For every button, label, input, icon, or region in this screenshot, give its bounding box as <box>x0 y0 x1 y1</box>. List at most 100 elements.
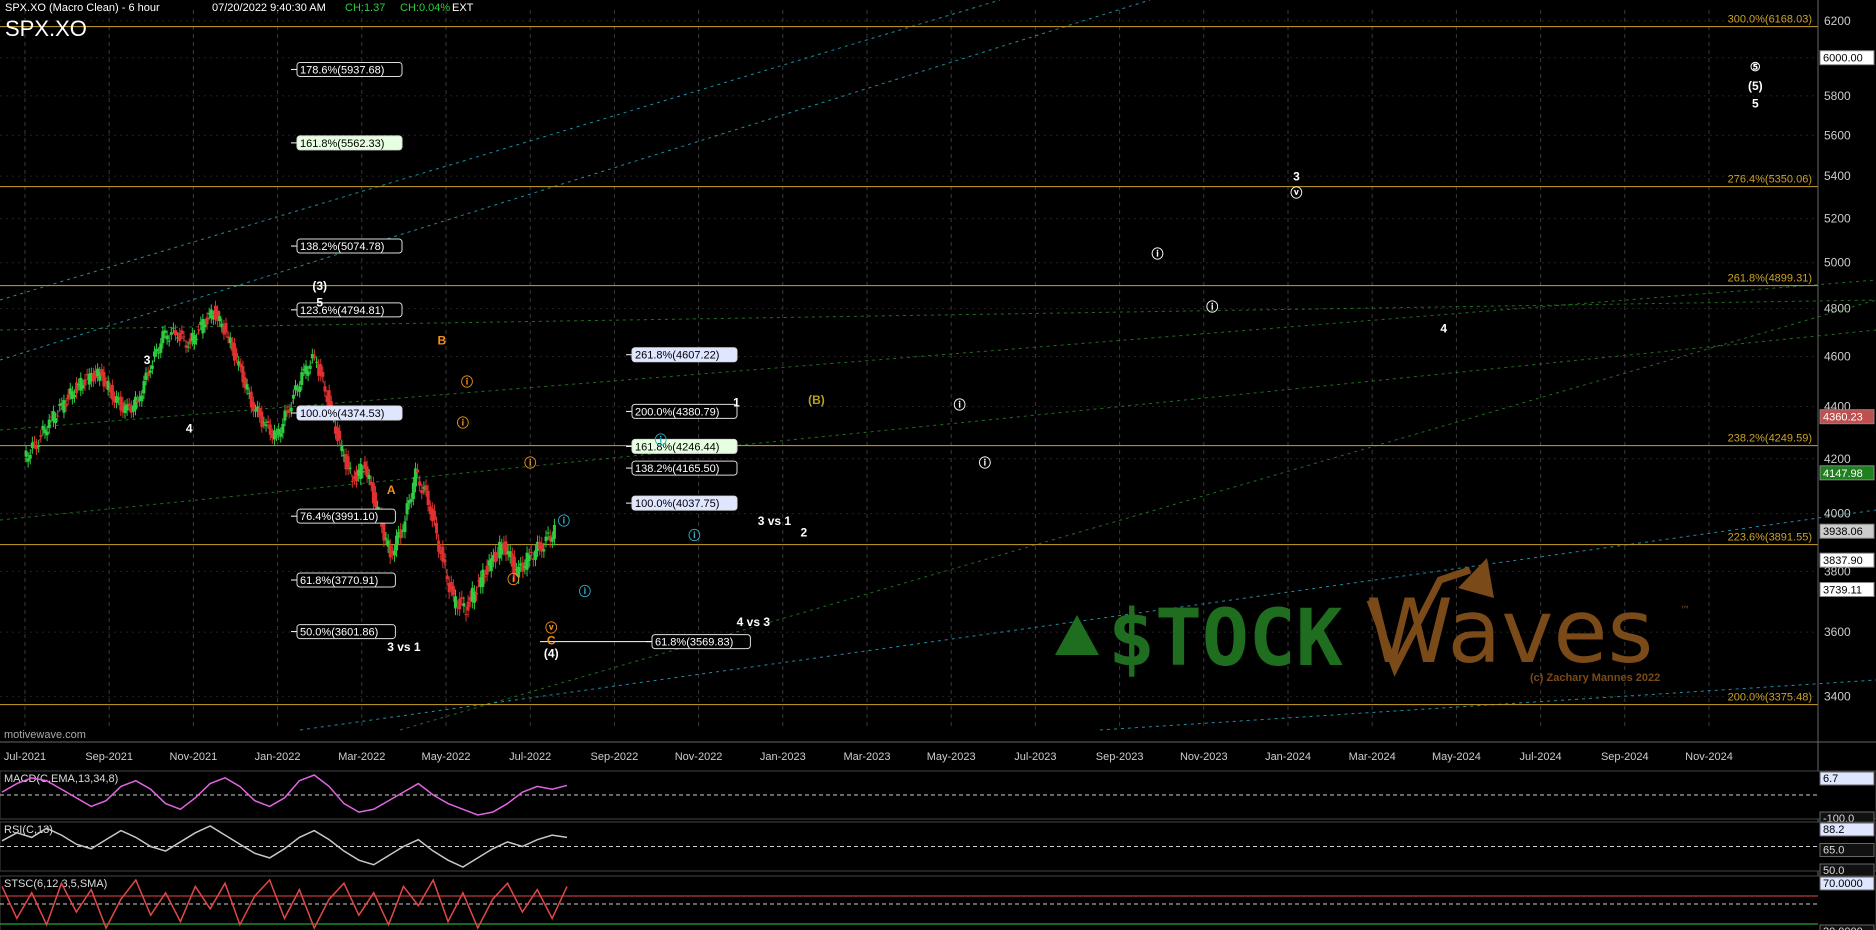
candle-body <box>275 434 279 436</box>
wave-label: 3 vs 1 <box>758 514 792 528</box>
logo-stock-text: $TOCK <box>1108 594 1343 684</box>
candle-body <box>542 549 546 552</box>
candle-body <box>350 480 354 482</box>
y-tick-label: 4600 <box>1824 349 1851 363</box>
fib-box-label: 50.0%(3601.86) <box>300 627 378 639</box>
candle-body <box>426 490 430 506</box>
y-tick-label: 5400 <box>1824 169 1851 183</box>
indicator-y-label: 30.0000 <box>1823 926 1863 930</box>
watermark: motivewave.com <box>4 729 86 741</box>
candle-body <box>388 545 392 558</box>
wave-label: 2 <box>801 525 808 539</box>
candle-body <box>28 454 32 459</box>
x-tick-label: Nov-2021 <box>170 751 218 763</box>
fib-level-label: 223.6%(3891.55) <box>1728 532 1812 544</box>
y-tick-label: 3400 <box>1824 689 1851 703</box>
candle-body <box>340 445 344 452</box>
candle-body <box>260 411 264 427</box>
fib-box-label: 61.8%(3569.83) <box>655 637 733 649</box>
header-datetime: 07/20/2022 9:40:30 AM <box>212 2 326 14</box>
indicator-y-label: 50.0 <box>1823 865 1844 877</box>
candle-body <box>483 576 487 578</box>
header-change-pct: CH:0.04% <box>400 2 451 14</box>
candle-body <box>312 354 316 356</box>
candle-body <box>140 395 144 402</box>
fib-box-label: 61.8%(3770.91) <box>300 575 378 587</box>
candle-body <box>37 445 41 447</box>
wave-label: 4 <box>186 421 193 435</box>
price-badge-label: 4360.23 <box>1823 412 1863 424</box>
candle-body <box>127 403 131 407</box>
wave-label: ⓘ <box>579 583 591 598</box>
channel-line <box>0 0 1151 361</box>
candle-body <box>266 420 270 424</box>
candle-body <box>321 371 325 377</box>
candle-body <box>142 381 146 394</box>
wave-label: ⓘ <box>1206 299 1218 314</box>
candle-body <box>298 386 302 393</box>
candle-body <box>24 450 28 457</box>
logo-triangle-icon <box>1055 615 1099 655</box>
candle-body <box>392 550 396 556</box>
header-session: EXT <box>452 2 474 14</box>
candle-body <box>466 601 470 611</box>
price-badge-label: 6000.00 <box>1823 53 1863 65</box>
candle-body <box>150 365 154 369</box>
wave-label: ⓘ <box>655 432 667 447</box>
candle-body <box>180 330 184 334</box>
indicator-y-label: 70.0000 <box>1823 878 1863 890</box>
candle-body <box>218 316 222 322</box>
candle-body <box>289 407 293 412</box>
candle-body <box>382 523 386 541</box>
candle-body <box>54 417 58 424</box>
candle-body <box>134 396 138 410</box>
candle-body <box>26 458 30 462</box>
candle-body <box>268 424 272 435</box>
x-tick-label: Jul-2022 <box>509 751 551 763</box>
chart-canvas: 300.0%(6168.03) 276.4%(5350.06) 261.8%(489… <box>0 0 1876 930</box>
channel-line <box>0 279 1876 431</box>
candle-body <box>251 402 255 412</box>
stockwaves-logo: $TOCK Waves ™ (c) Zachary Mannes 2022 <box>1055 558 1690 684</box>
fib-box-label: 200.0%(4380.79) <box>635 406 719 418</box>
wave-label: 1 <box>733 395 740 409</box>
candle-body <box>367 474 371 480</box>
x-tick-label: Nov-2022 <box>675 751 723 763</box>
fib-box-label: 76.4%(3991.10) <box>300 511 378 523</box>
candle-body <box>481 569 485 587</box>
candle-body <box>159 343 163 353</box>
fib-box-label: 161.8%(5562.33) <box>300 138 384 150</box>
candle-body <box>546 532 550 534</box>
x-tick-label: Mar-2024 <box>1349 751 1396 763</box>
candle-body <box>443 559 447 563</box>
x-tick-label: May-2024 <box>1432 751 1481 763</box>
candle-body <box>451 585 455 596</box>
fib-box-label: 138.2%(5074.78) <box>300 241 384 253</box>
x-tick-label: Mar-2022 <box>338 751 385 763</box>
candle-body <box>195 339 199 341</box>
indicator-title: STSC(6,12,3,5,SMA) <box>4 878 107 890</box>
candle-body <box>136 400 140 403</box>
candle-body <box>235 352 239 358</box>
wave-label: ⓥ <box>1290 185 1302 200</box>
fib-box-label: 100.0%(4037.75) <box>635 498 719 510</box>
x-tick-label: Jul-2024 <box>1519 751 1561 763</box>
candle-body <box>165 335 169 340</box>
wave-label: 5 <box>316 295 323 309</box>
indicator-title: MACD(C,EMA,13,34,8) <box>4 773 118 785</box>
candle-body <box>171 327 175 329</box>
candle-body <box>533 550 537 560</box>
candle-body <box>283 410 287 421</box>
candle-body <box>403 521 407 533</box>
y-tick-label: 5000 <box>1824 256 1851 270</box>
candle-body <box>527 555 531 562</box>
candle-body <box>152 351 156 357</box>
x-tick-label: Sep-2023 <box>1096 751 1144 763</box>
candle-body <box>405 503 409 515</box>
fib-box-label: 178.6%(5937.68) <box>300 64 384 76</box>
candle-body <box>493 551 497 563</box>
y-tick-label: 4200 <box>1824 452 1851 466</box>
wave-label: ⓘ <box>979 455 991 470</box>
candle-body <box>308 365 312 369</box>
price-badge-label: 3938.06 <box>1823 526 1863 538</box>
